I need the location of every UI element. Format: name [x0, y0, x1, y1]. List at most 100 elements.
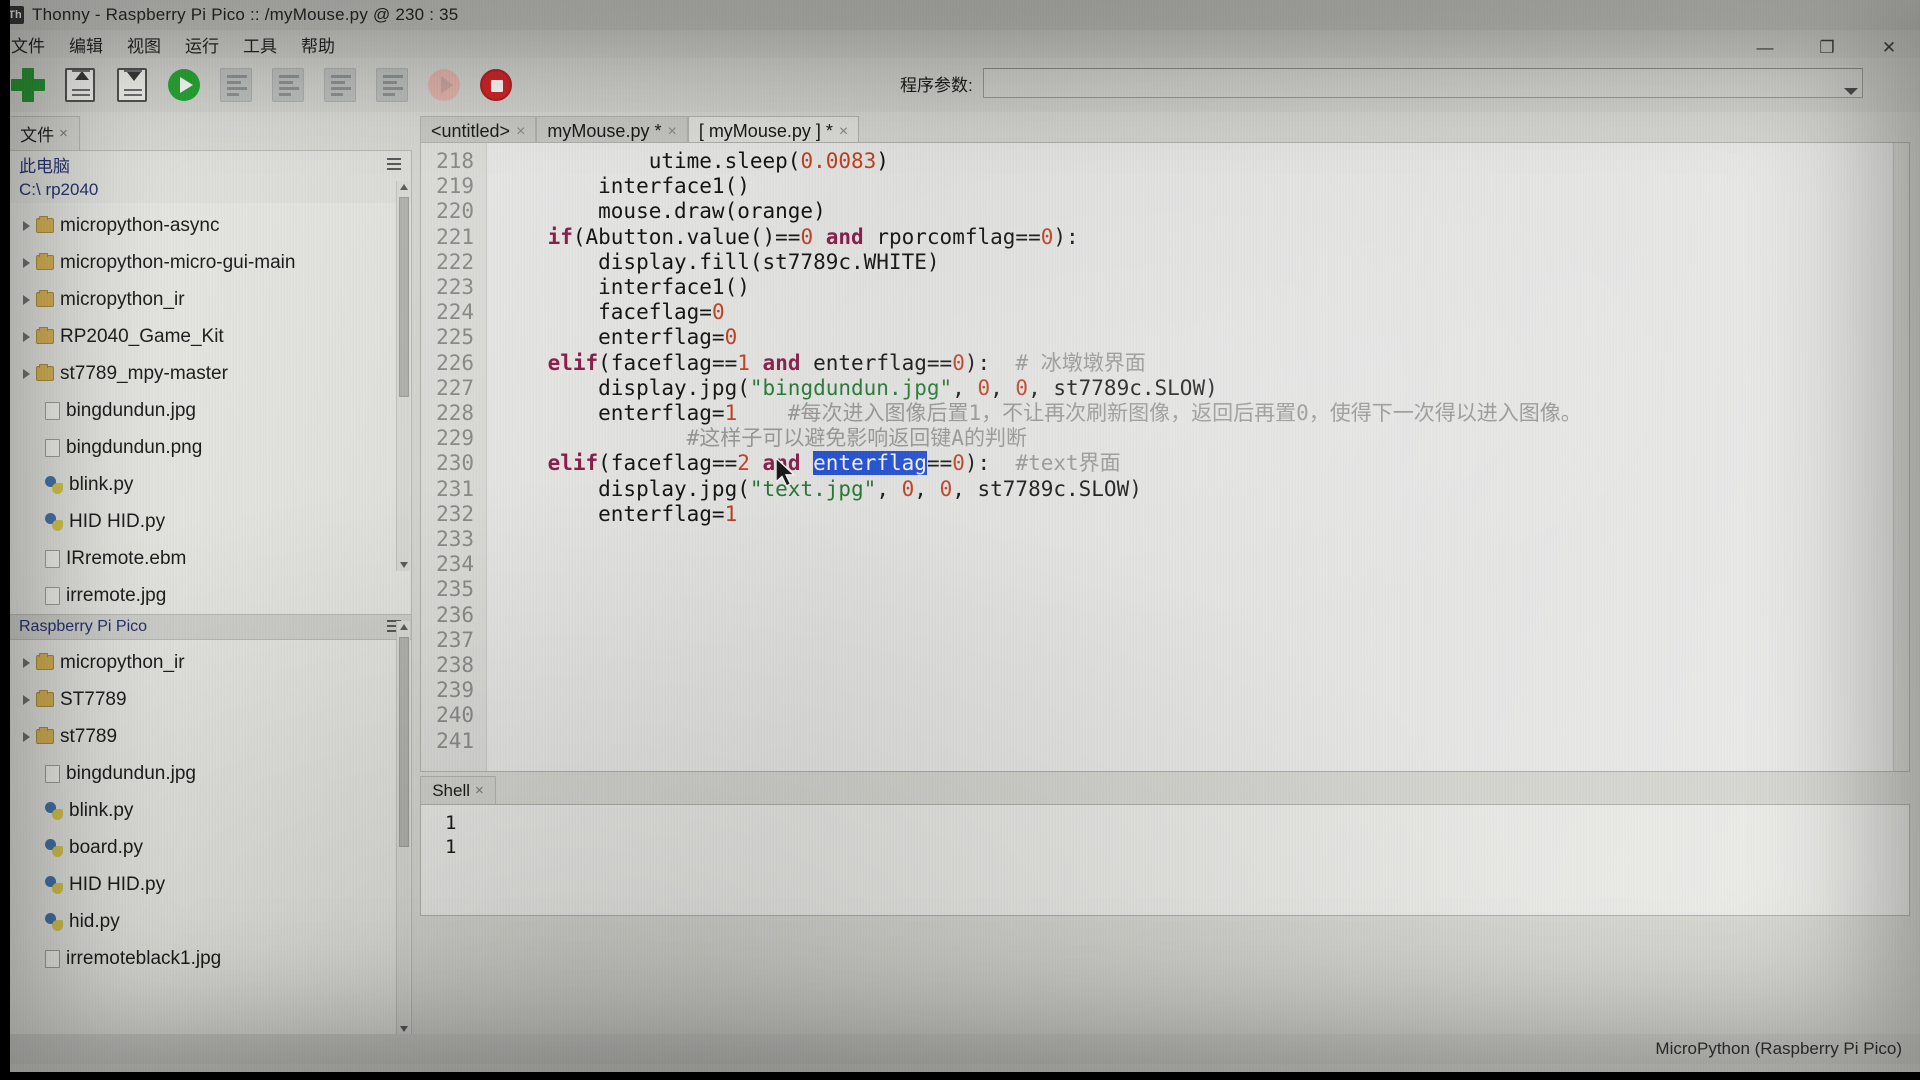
code-line[interactable]: [487, 653, 1909, 678]
shell-output[interactable]: 11: [420, 804, 1910, 916]
chevron-right-icon[interactable]: [23, 657, 30, 668]
scroll-down-icon[interactable]: [400, 1026, 408, 1032]
device-file-item[interactable]: board.py: [9, 829, 411, 866]
close-icon[interactable]: ×: [516, 123, 525, 141]
code-line[interactable]: [487, 577, 1909, 602]
scroll-down-icon[interactable]: [400, 562, 408, 568]
tab-files[interactable]: 文件 ×: [8, 116, 80, 150]
local-file-item[interactable]: irremote.jpg: [9, 577, 411, 614]
maximize-button[interactable]: ❐: [1796, 30, 1858, 66]
device-file-item[interactable]: st7789: [9, 718, 411, 755]
code-line[interactable]: enterflag=1 #每次进入图像后置1，不让再次刷新图像，返回后再置0，使…: [487, 401, 1909, 426]
device-file-list[interactable]: micropython_ir ST7789 st7789 bingdundun.jpg…: [9, 640, 411, 977]
chevron-right-icon[interactable]: [23, 731, 30, 742]
code-line[interactable]: enterflag=0: [487, 325, 1909, 350]
minimize-button[interactable]: —: [1734, 30, 1796, 66]
code-line[interactable]: enterflag=1: [487, 502, 1909, 527]
run-button[interactable]: [164, 65, 204, 105]
chevron-right-icon[interactable]: [23, 368, 30, 379]
code-line[interactable]: interface1(): [487, 275, 1909, 300]
close-button[interactable]: ✕: [1858, 30, 1920, 66]
menu-hamburger-icon[interactable]: [387, 158, 401, 173]
close-icon[interactable]: ×: [667, 123, 676, 141]
device-file-item[interactable]: micropython_ir: [9, 644, 411, 681]
save-file-button[interactable]: [112, 65, 152, 105]
code-line[interactable]: [487, 552, 1909, 577]
code-line[interactable]: [487, 527, 1909, 552]
menu-view[interactable]: 视图: [124, 31, 164, 58]
code-line[interactable]: display.jpg("bingdundun.jpg", 0, 0, st77…: [487, 376, 1909, 401]
step-out-button[interactable]: [372, 65, 412, 105]
device-file-item[interactable]: hid.py: [9, 903, 411, 940]
new-file-button[interactable]: [8, 65, 48, 105]
files-panel: 文件 × 此电脑 C:\ rp2040 micropython-async mic…: [8, 116, 412, 1036]
code-line[interactable]: display.fill(st7789c.WHITE): [487, 250, 1909, 275]
close-icon[interactable]: ×: [475, 782, 484, 799]
menu-run[interactable]: 运行: [182, 31, 222, 58]
local-file-list[interactable]: micropython-async micropython-micro-gui-m…: [9, 203, 411, 614]
local-file-item[interactable]: bingdundun.jpg: [9, 392, 411, 429]
code-line[interactable]: elif(faceflag==1 and enterflag==0): # 冰墩…: [487, 351, 1909, 376]
close-icon[interactable]: ×: [839, 123, 848, 141]
menu-file[interactable]: 文件: [8, 31, 48, 58]
code-line[interactable]: [487, 603, 1909, 628]
chevron-down-icon[interactable]: [1843, 88, 1858, 95]
device-file-item[interactable]: blink.py: [9, 792, 411, 829]
program-arguments-input[interactable]: [982, 68, 1863, 98]
chevron-right-icon[interactable]: [23, 294, 30, 305]
local-file-item[interactable]: blink.py: [9, 466, 411, 503]
code-line[interactable]: elif(faceflag==2 and enterflag==0): #tex…: [487, 451, 1909, 476]
line-number: 219: [436, 174, 474, 199]
open-file-button[interactable]: [60, 65, 100, 105]
device-file-item[interactable]: bingdundun.jpg: [9, 755, 411, 792]
local-file-item[interactable]: IRremote.ebm: [9, 540, 411, 577]
device-file-item-label: micropython_ir: [60, 651, 185, 673]
chevron-right-icon[interactable]: [23, 220, 30, 231]
local-file-item[interactable]: RP2040_Game_Kit: [9, 318, 411, 355]
scroll-up-icon[interactable]: [400, 184, 408, 190]
local-file-item[interactable]: bingdundun.png: [9, 429, 411, 466]
local-file-item[interactable]: micropython_ir: [9, 281, 411, 318]
file-browser[interactable]: 此电脑 C:\ rp2040 micropython-async micropyt…: [8, 150, 412, 1036]
local-file-item[interactable]: st7789_mpy-master: [9, 355, 411, 392]
scroll-up-icon[interactable]: [400, 624, 408, 630]
local-file-item[interactable]: HID HID.py: [9, 503, 411, 540]
scrollbar-thumb[interactable]: [399, 197, 409, 397]
chevron-right-icon[interactable]: [23, 331, 30, 342]
local-file-item[interactable]: micropython-micro-gui-main: [9, 244, 411, 281]
code-line[interactable]: faceflag=0: [487, 300, 1909, 325]
code-line[interactable]: if(Abutton.value()==0 and rporcomflag==0…: [487, 225, 1909, 250]
code-line[interactable]: [487, 729, 1909, 754]
code-line[interactable]: utime.sleep(0.0083): [487, 149, 1909, 174]
local-file-item[interactable]: micropython-async: [9, 207, 411, 244]
scrollbar-thumb[interactable]: [399, 637, 409, 847]
device-file-item[interactable]: ST7789: [9, 681, 411, 718]
local-list-scrollbar[interactable]: [396, 181, 410, 571]
debug-button[interactable]: [216, 65, 256, 105]
menu-help[interactable]: 帮助: [298, 31, 338, 58]
close-icon[interactable]: ×: [59, 125, 68, 142]
menu-tools[interactable]: 工具: [240, 31, 280, 58]
step-over-button[interactable]: [268, 65, 308, 105]
chevron-right-icon[interactable]: [23, 257, 30, 268]
device-file-item[interactable]: HID HID.py: [9, 866, 411, 903]
code-line[interactable]: [487, 628, 1909, 653]
code-line[interactable]: #这样子可以避免影响返回键A的判断: [487, 426, 1909, 451]
tab-shell[interactable]: Shell ×: [420, 776, 496, 804]
code-editor[interactable]: 218 219 220 221 222 223 224 225 226 227 228 229 230 2…: [420, 142, 1910, 772]
chevron-right-icon[interactable]: [23, 694, 30, 705]
menu-edit[interactable]: 编辑: [66, 31, 106, 58]
editor-scrollbar[interactable]: [1893, 143, 1909, 771]
code-text-area[interactable]: utime.sleep(0.0083) interface1() mouse.d…: [487, 143, 1909, 771]
resume-button[interactable]: [424, 65, 464, 105]
code-line[interactable]: display.jpg("text.jpg", 0, 0, st7789c.SL…: [487, 477, 1909, 502]
code-line[interactable]: interface1(): [487, 174, 1909, 199]
code-line[interactable]: mouse.draw(orange): [487, 199, 1909, 224]
code-line[interactable]: [487, 678, 1909, 703]
step-into-button[interactable]: [320, 65, 360, 105]
code-line[interactable]: [487, 703, 1909, 728]
interpreter-status[interactable]: MicroPython (Raspberry Pi Pico): [1655, 1039, 1902, 1059]
device-list-scrollbar[interactable]: [396, 621, 410, 1035]
device-file-item[interactable]: irremoteblack1.jpg: [9, 940, 411, 977]
stop-button[interactable]: [476, 65, 516, 105]
